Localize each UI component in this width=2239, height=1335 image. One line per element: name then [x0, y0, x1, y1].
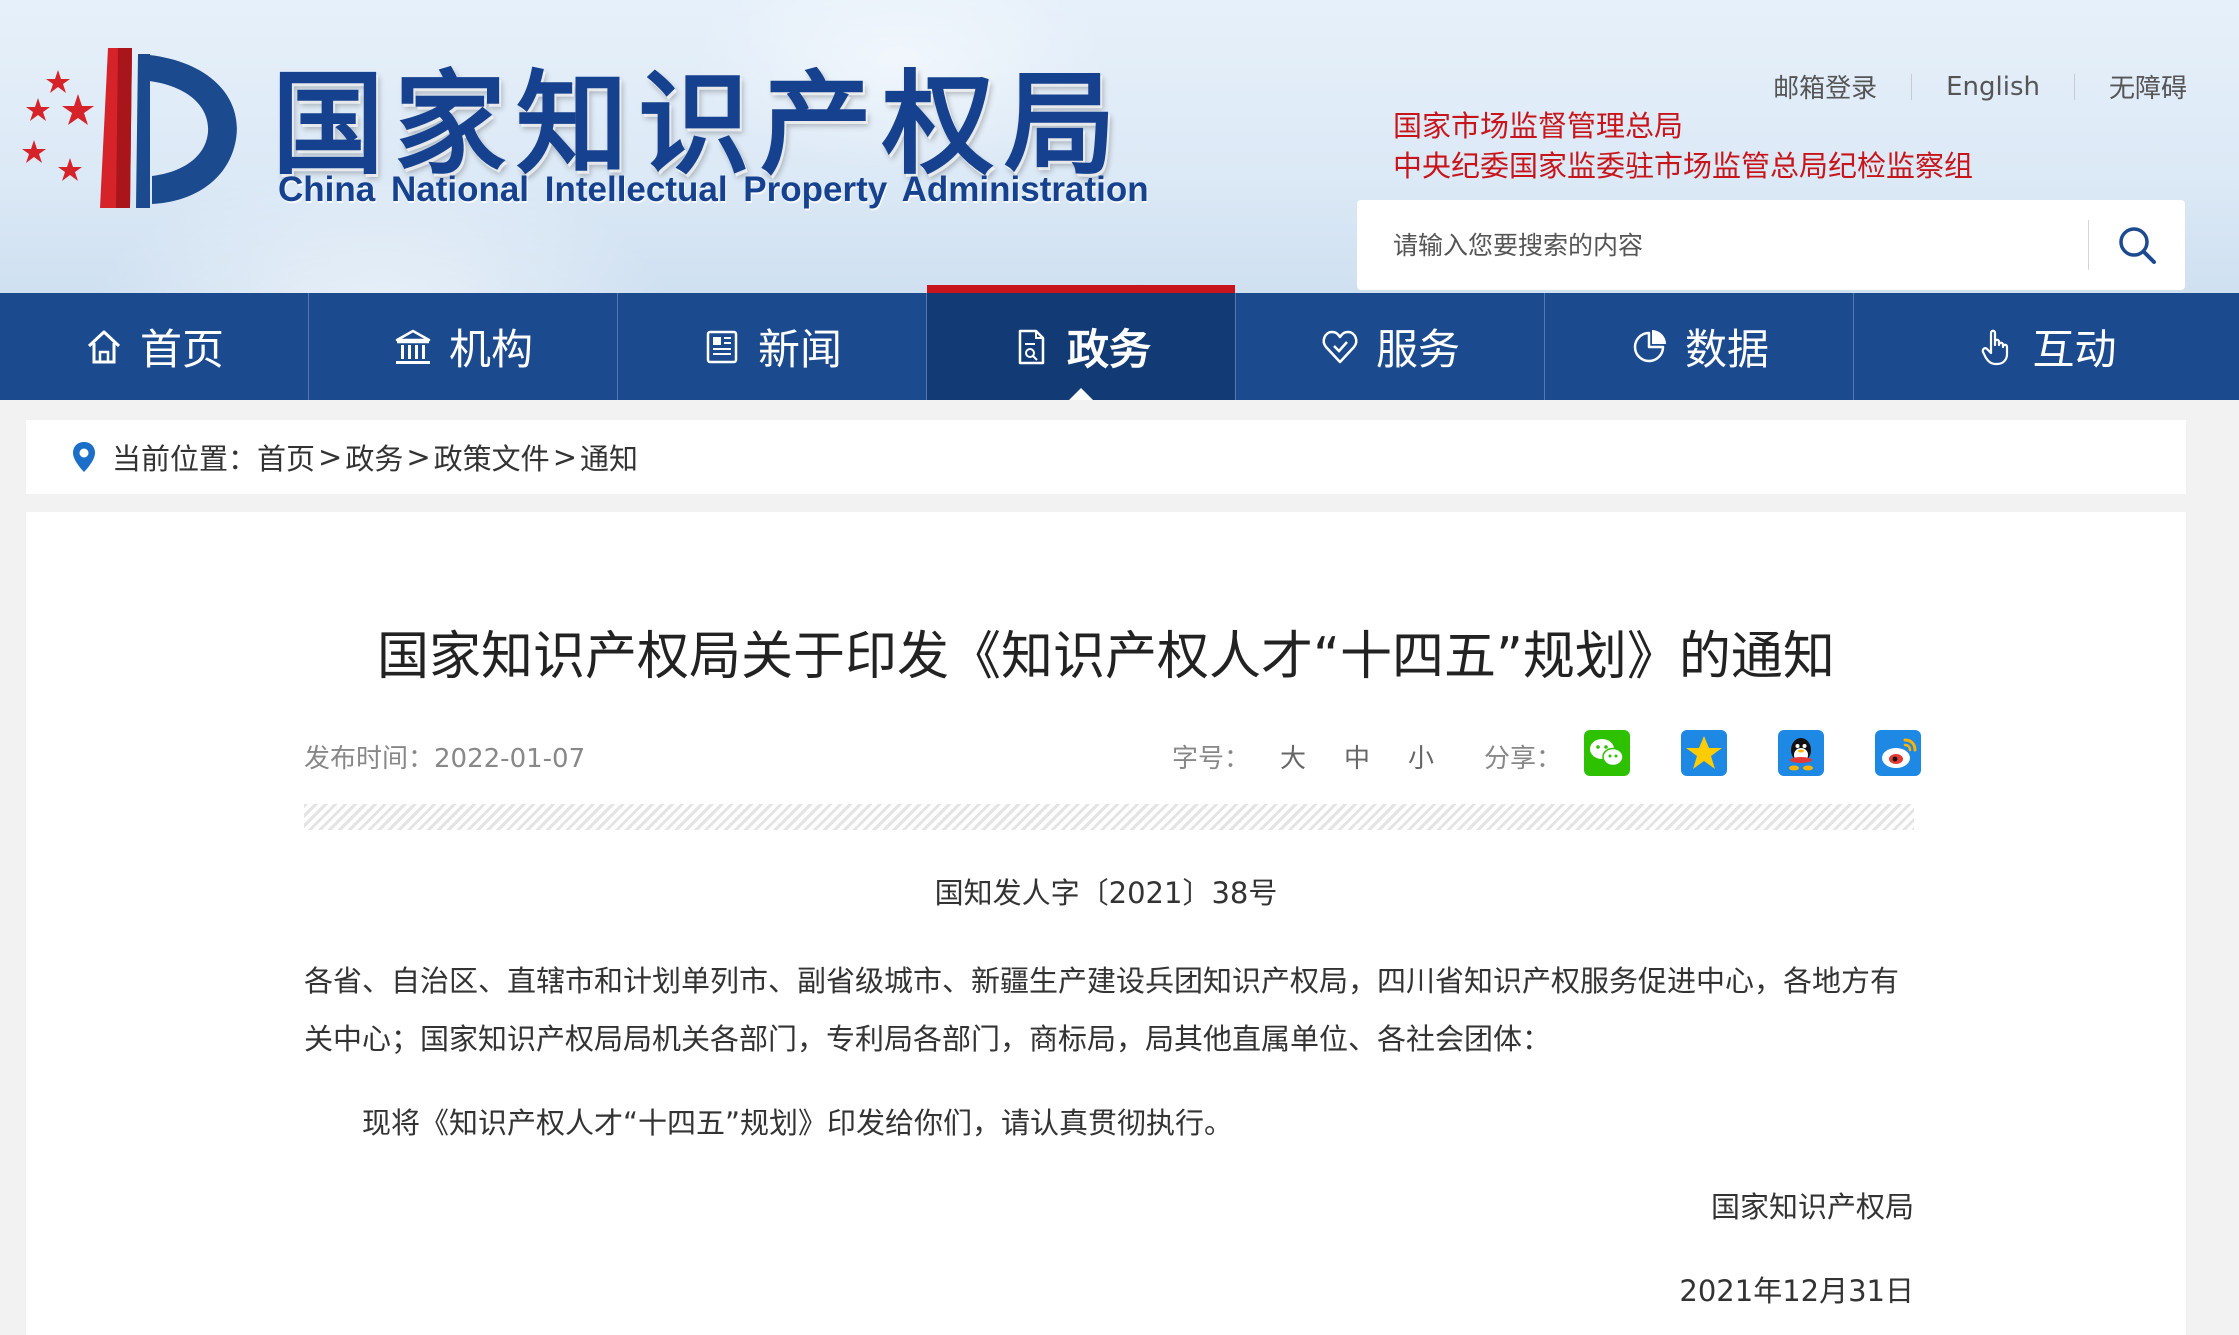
font-size-controls: 字号： 大 中 小 — [1172, 738, 1434, 775]
font-size-medium-button[interactable]: 中 — [1344, 738, 1370, 775]
wechat-share-button[interactable] — [1584, 730, 1630, 776]
nav-item-service[interactable]: 服务 — [1236, 293, 1545, 400]
samr-link[interactable]: 国家市场监督管理总局 — [1393, 106, 1973, 146]
top-links: 邮箱登录 English 无障碍 — [1773, 68, 2187, 105]
weibo-share-button[interactable] — [1875, 730, 1921, 776]
breadcrumb-policy-documents[interactable]: 政策文件 — [434, 436, 550, 478]
page: 国家知识产权局 China National Intellectual Prop… — [0, 0, 2239, 1335]
qq-icon — [1778, 730, 1824, 776]
divider — [2073, 73, 2075, 100]
signature-organization: 国家知识产权局 — [1710, 1190, 1914, 1224]
font-size-label: 字号： — [1172, 744, 1251, 774]
wechat-icon — [1584, 730, 1630, 776]
share-label: 分享： — [1484, 744, 1563, 774]
article-title: 国家知识产权局关于印发《知识产权人才“十四五”规划》的通知 — [377, 627, 1835, 687]
search-button[interactable] — [2089, 200, 2185, 290]
institution-icon — [395, 329, 431, 364]
breadcrumb-prefix: 当前位置： — [112, 442, 258, 476]
divider — [1911, 73, 1913, 100]
document-number: 国知发人字〔2021〕38号 — [934, 876, 1278, 910]
nav-item-news[interactable]: 新闻 — [618, 293, 927, 400]
nav-item-institution[interactable]: 机构 — [309, 293, 618, 400]
discipline-inspection-link[interactable]: 中央纪委国家监委驻市场监管总局纪检监察组 — [1393, 146, 1973, 186]
nav-label: 互动 — [2032, 325, 2117, 374]
breadcrumb-separator: > — [406, 440, 431, 474]
org-links: 国家市场监督管理总局 中央纪委国家监委驻市场监管总局纪检监察组 — [1393, 106, 1973, 186]
location-pin-icon — [73, 442, 95, 472]
breadcrumb: 当前位置： 首页 > 政务 > 政策文件 > 通知 — [26, 420, 2186, 494]
search-icon — [2119, 227, 2156, 264]
breadcrumb-separator: > — [318, 440, 343, 474]
mail-login-link[interactable]: 邮箱登录 — [1773, 68, 1877, 105]
article-body: 各省、自治区、直辖市和计划单列市、副省级城市、新疆生产建设兵团知识产权局，四川省… — [304, 952, 1914, 1152]
qzone-share-button[interactable] — [1681, 730, 1727, 776]
qq-share-button[interactable] — [1778, 730, 1824, 776]
recipients-paragraph: 各省、自治区、直辖市和计划单列市、副省级城市、新疆生产建设兵团知识产权局，四川省… — [304, 964, 1900, 1056]
nav-item-government-affairs[interactable]: 政务 — [927, 285, 1236, 400]
font-size-small-button[interactable]: 小 — [1408, 738, 1434, 775]
document-icon — [1018, 329, 1045, 364]
site-title-en: China National Intellectual Property Adm… — [278, 170, 1149, 209]
breadcrumb-government-affairs[interactable]: 政务 — [345, 436, 403, 478]
chart-pie-icon — [1633, 329, 1666, 362]
font-size-large-button[interactable]: 大 — [1280, 738, 1306, 775]
nav-label: 服务 — [1375, 325, 1460, 374]
nav-item-interaction[interactable]: 互动 — [1854, 293, 2239, 400]
english-link[interactable]: English — [1946, 72, 2040, 102]
nav-label: 新闻 — [757, 325, 842, 374]
cnipa-logo[interactable] — [20, 40, 250, 220]
publish-date-value: 2022-01-07 — [434, 744, 586, 774]
signature-date: 2021年12月31日 — [1679, 1274, 1914, 1308]
weibo-icon — [1875, 730, 1921, 776]
search-box — [1357, 200, 2185, 290]
nav-item-data[interactable]: 数据 — [1545, 293, 1854, 400]
publish-date-label: 发布时间： — [304, 744, 435, 774]
newspaper-icon — [706, 330, 738, 363]
breadcrumb-notices[interactable]: 通知 — [580, 436, 638, 478]
nav-label: 首页 — [139, 325, 224, 374]
publish-date: 发布时间：2022-01-07 — [304, 738, 585, 775]
nav-label: 数据 — [1684, 325, 1769, 374]
body-paragraph: 现将《知识产权人才“十四五”规划》印发给你们，请认真贯彻执行。 — [362, 1106, 1234, 1140]
article: 国家知识产权局关于印发《知识产权人才“十四五”规划》的通知 发布时间：2022-… — [26, 512, 2186, 1335]
home-icon — [87, 330, 121, 363]
hand-pointer-icon — [1982, 329, 2009, 365]
divider — [304, 804, 1914, 830]
article-meta: 发布时间：2022-01-07 字号： 大 中 小 分享： — [304, 730, 1921, 780]
main-nav: 首页 机构 新闻 政务 服务 数据 互动 — [0, 285, 2239, 400]
breadcrumb-home[interactable]: 首页 — [257, 436, 315, 478]
accessibility-link[interactable]: 无障碍 — [2109, 68, 2187, 105]
nav-label: 政务 — [1066, 325, 1151, 374]
nav-label: 机构 — [448, 325, 533, 374]
service-icon — [1322, 330, 1358, 363]
site-header: 国家知识产权局 China National Intellectual Prop… — [0, 0, 2239, 293]
qzone-icon — [1681, 730, 1727, 776]
nav-item-home[interactable]: 首页 — [0, 293, 309, 400]
breadcrumb-separator: > — [552, 440, 577, 474]
share-buttons — [1584, 730, 1972, 776]
search-input[interactable] — [1357, 200, 2088, 290]
